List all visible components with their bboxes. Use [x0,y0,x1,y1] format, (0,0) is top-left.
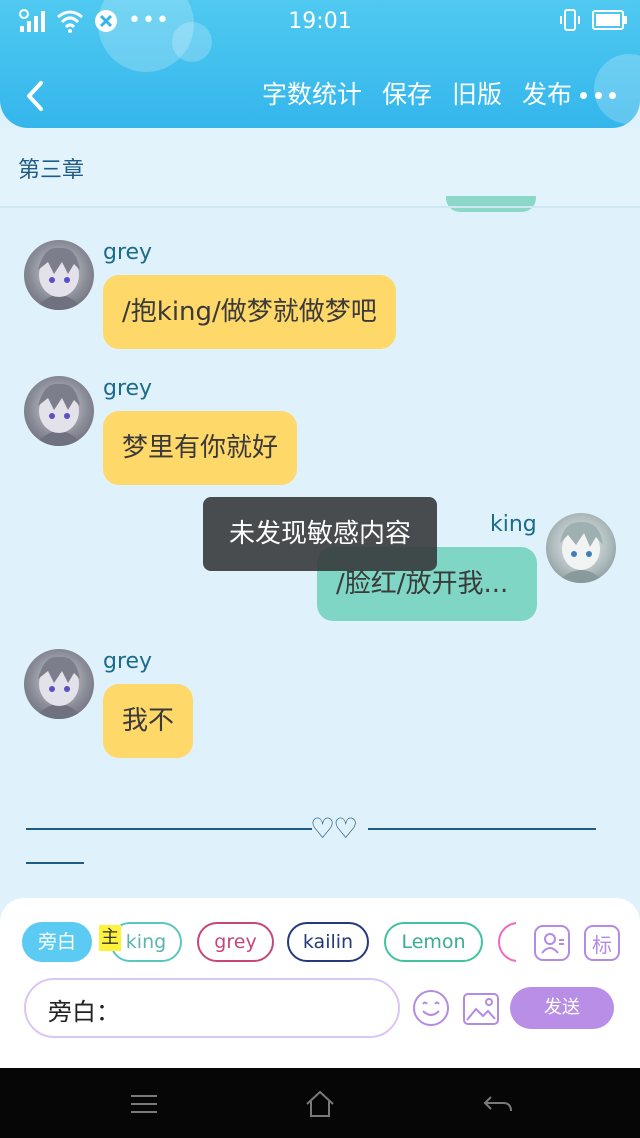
role-chip-narration[interactable]: 旁白 [22,922,92,962]
avatar-grey[interactable] [24,649,94,719]
send-button[interactable]: 发送 [510,987,614,1029]
sender-name: grey [103,240,153,265]
role-chip-kailin[interactable]: kailin [287,922,369,962]
save-button[interactable]: 保存 [382,77,432,113]
input-role-prefix: 旁白： [48,998,120,1026]
home-icon[interactable] [303,1087,337,1121]
message-bubble[interactable]: 梦里有你就好 [103,411,298,485]
tag-button[interactable]: 标 [584,925,620,961]
message-bubble[interactable]: 我不 [103,684,194,758]
sender-name: grey [103,649,153,674]
separator-line [26,828,312,830]
role-chips: 旁白 king grey kailin Lemon [22,922,516,966]
dot [594,91,602,99]
chevron-left-icon [27,81,43,111]
chapter-bar: 第三章 [0,128,640,206]
battery-icon [592,10,627,30]
system-navigation-bar [0,1068,640,1138]
tag-label: 标 [592,932,612,957]
dot [609,91,616,99]
avatar-illustration [34,656,84,719]
vibrate-icon [560,9,580,31]
chapter-divider [0,206,640,208]
role-chip-partial[interactable] [498,922,516,962]
toast-message: 未发现敏感内容 [203,497,437,571]
publish-button[interactable]: 发布 [522,77,572,113]
role-chip-grey[interactable]: grey [197,922,274,962]
separator-line [26,862,84,864]
more-options-button[interactable] [580,80,616,110]
back-button[interactable] [20,76,50,116]
status-time: 19:01 [288,9,352,34]
back-icon[interactable] [481,1087,515,1121]
emoji-icon[interactable] [412,989,450,1027]
status-bar: ••• 19:01 [0,0,640,46]
partial-message-bubble [446,196,536,212]
separator-line [368,828,596,830]
person-card-icon [541,933,564,954]
image-icon[interactable] [462,990,500,1028]
character-manage-button[interactable] [534,925,570,961]
dot [580,91,587,99]
sender-name: king [490,512,537,537]
menu-icon[interactable] [127,1087,161,1121]
chapter-title[interactable]: 第三章 [18,152,84,184]
avatar-grey[interactable] [24,240,94,310]
avatar-illustration [34,383,84,446]
old-version-button[interactable]: 旧版 [452,77,502,113]
main-role-tag: 主 [99,925,121,951]
app-header: ••• 19:01 字数统计 保存 旧版 发布 [0,0,640,128]
avatar-illustration [34,247,84,310]
avatar-illustration [556,521,606,583]
toolbar: 字数统计 保存 旧版 发布 [0,66,640,126]
avatar-grey[interactable] [24,376,94,446]
avatar-king[interactable] [546,513,616,583]
message-bubble[interactable]: /抱king/做梦就做梦吧 [103,275,396,349]
heart-separator: ♡♡ [310,812,358,845]
word-count-button[interactable]: 字数统计 [262,77,362,113]
role-chip-lemon[interactable]: Lemon [384,922,483,962]
sender-name: grey [103,376,153,401]
